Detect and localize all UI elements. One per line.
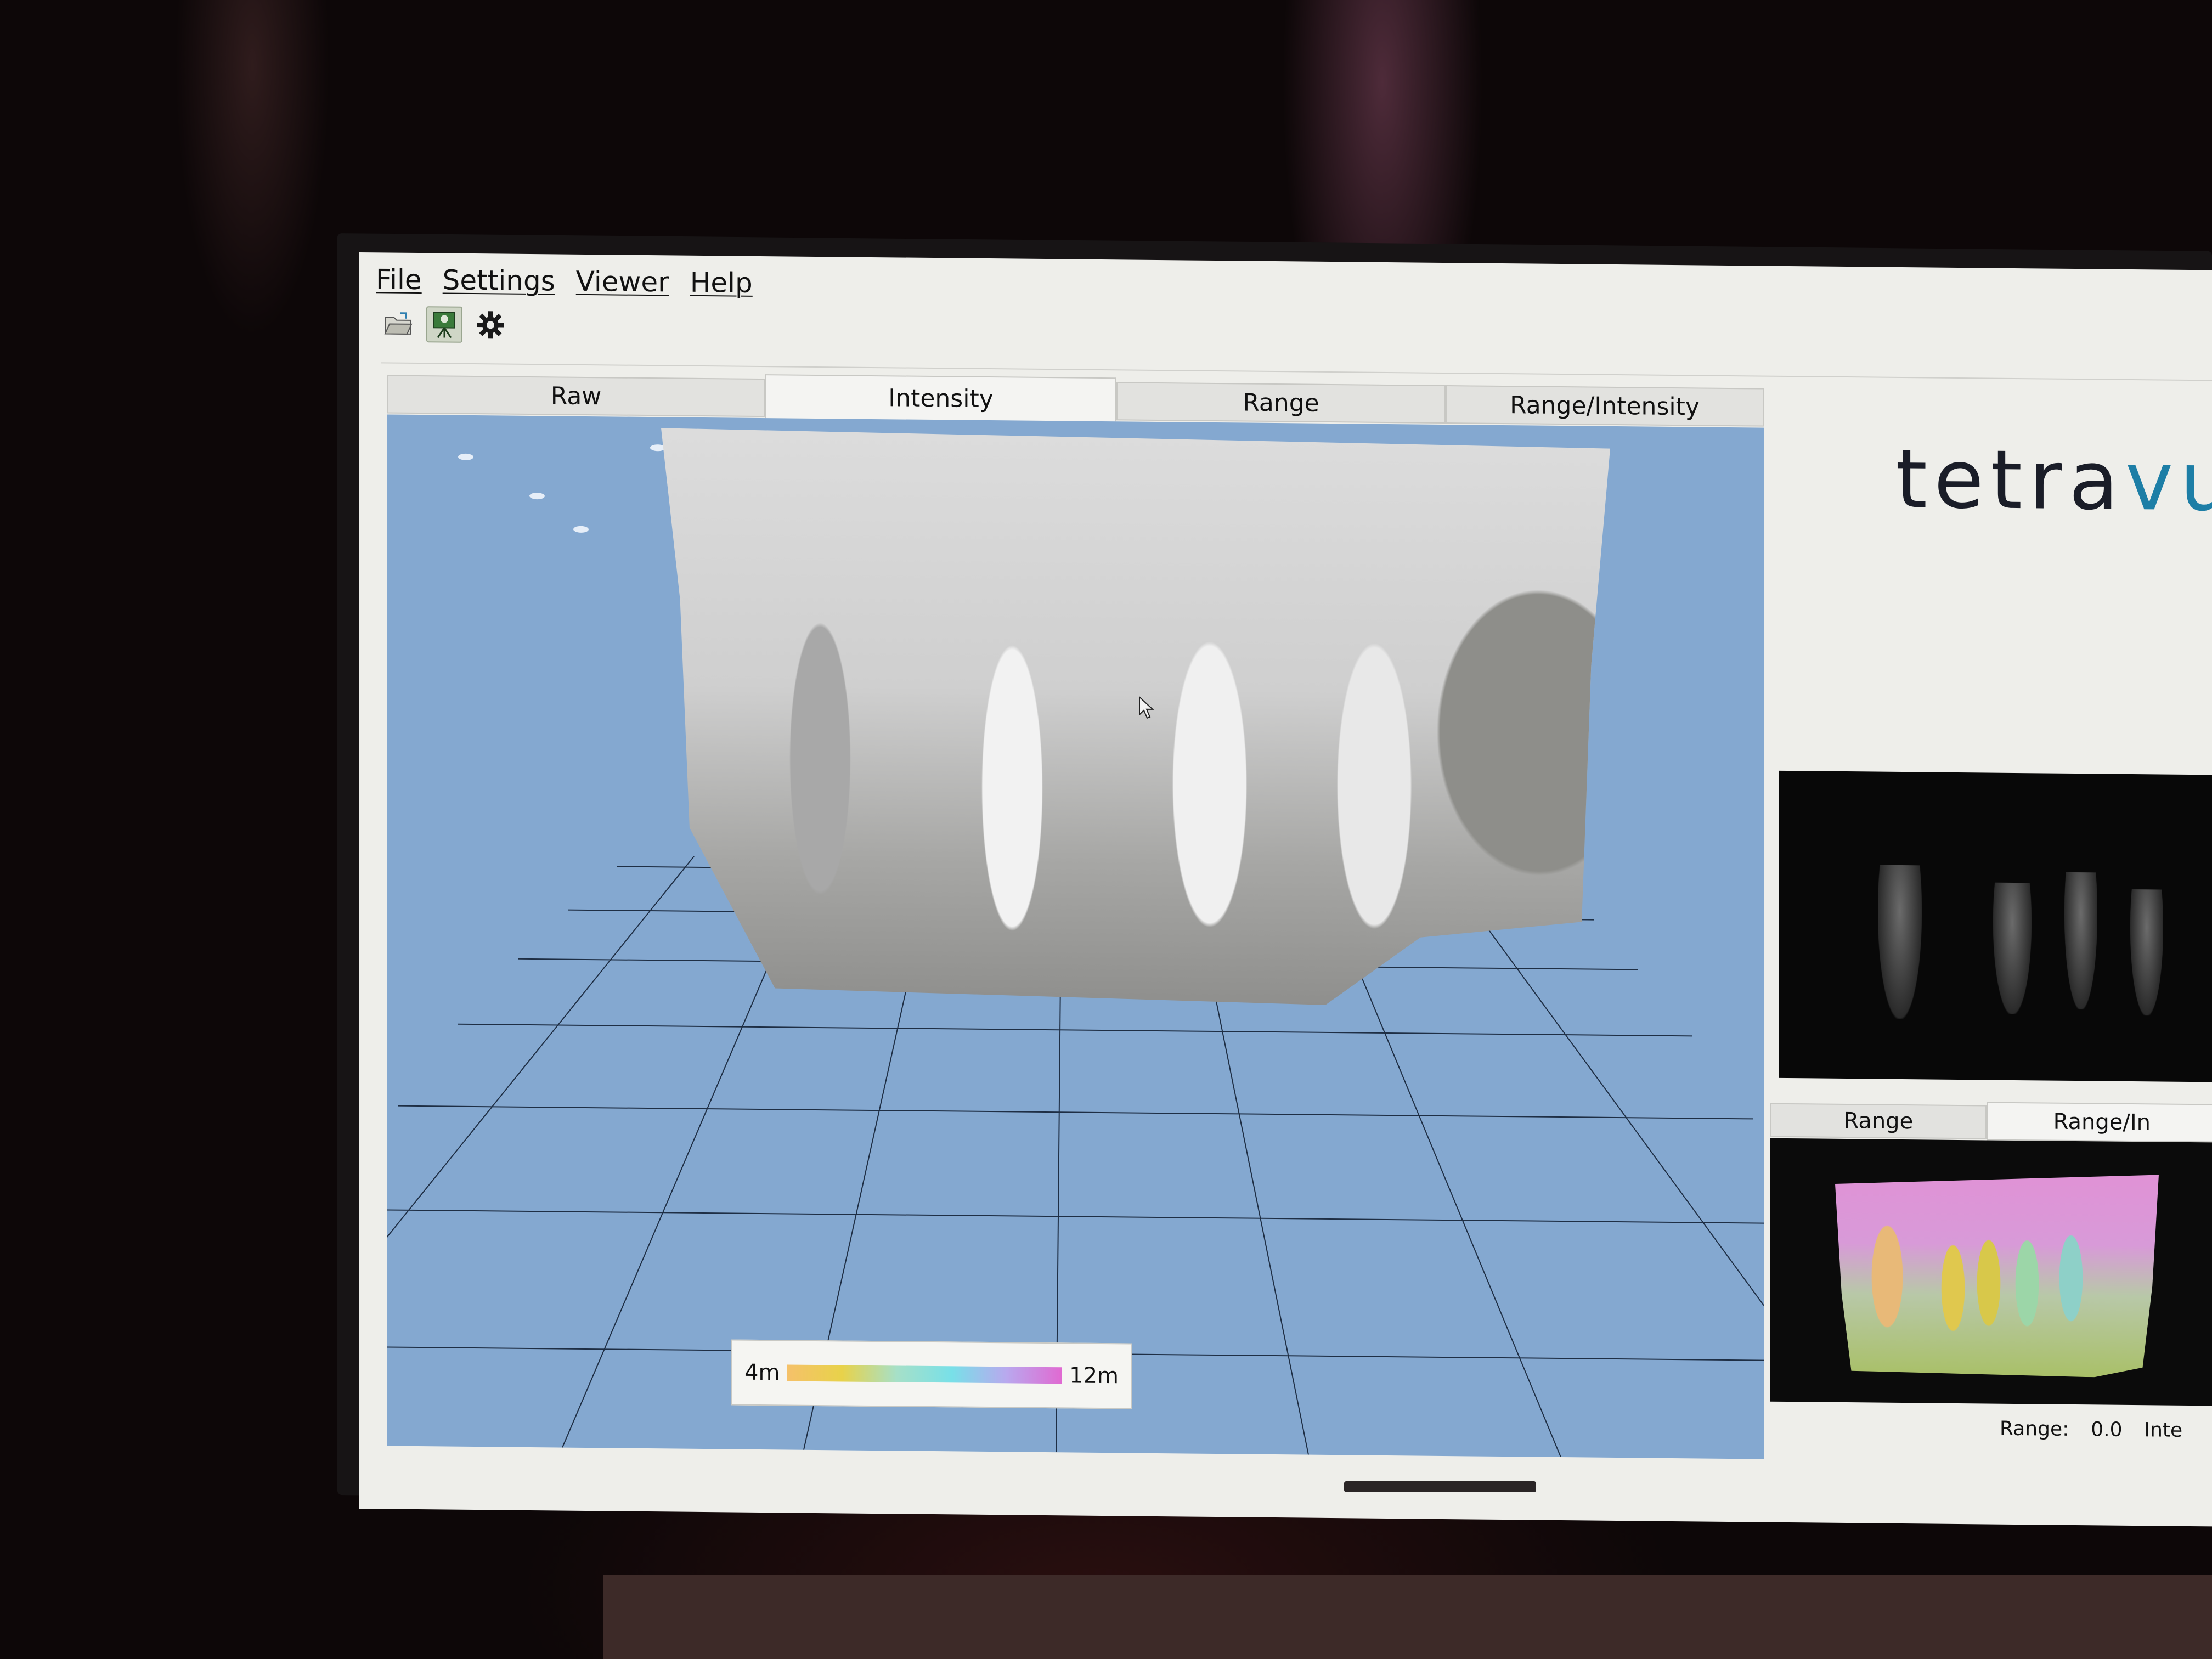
range-colorbar-legend: 4m 12m	[731, 1339, 1132, 1409]
preview-tab-range[interactable]: Range	[1770, 1103, 1987, 1139]
preview-tab-bar: Range Range/In	[1770, 1100, 2212, 1143]
camera-tripod-icon	[433, 312, 455, 338]
menu-help[interactable]: Help	[690, 267, 753, 311]
colorbar-gradient	[787, 1364, 1062, 1384]
range-color-preview	[1770, 1138, 2212, 1406]
tab-raw[interactable]: Raw	[387, 375, 765, 417]
tetravue-logo: tetravu	[1895, 431, 2212, 529]
3d-point-cloud-viewport[interactable]: 4m 12m	[387, 414, 1764, 1459]
colorbar-max-label: 12m	[1069, 1363, 1119, 1389]
intensity-status-label: Inte	[2144, 1419, 2183, 1442]
tab-range-intensity[interactable]: Range/Intensity	[1446, 385, 1764, 427]
monitor-brand-logo	[1344, 1481, 1536, 1492]
folder-open-icon	[384, 312, 413, 335]
menu-file[interactable]: File	[376, 263, 422, 308]
range-status-label: Range:	[2000, 1417, 2069, 1441]
range-colored-point-cloud	[1835, 1172, 2159, 1378]
status-bar: Range: 0.0 Inte	[2000, 1418, 2182, 1442]
menu-viewer[interactable]: Viewer	[576, 266, 669, 311]
gear-icon	[477, 311, 504, 339]
tab-intensity[interactable]: Intensity	[765, 374, 1116, 422]
range-status-value: 0.0	[2091, 1418, 2123, 1441]
tab-range[interactable]: Range	[1116, 382, 1446, 424]
intensity-point-cloud	[661, 428, 1610, 1008]
application-window: File Settings Viewer Help Raw Intensity …	[359, 252, 2212, 1527]
intensity-camera-preview	[1779, 770, 2212, 1082]
open-file-button[interactable]	[381, 307, 415, 341]
toolbar	[381, 302, 507, 347]
preview-tab-range-intensity[interactable]: Range/In	[1986, 1102, 2212, 1143]
colorbar-min-label: 4m	[744, 1359, 780, 1386]
camera-view-button[interactable]	[426, 306, 462, 343]
mouse-cursor-icon	[1139, 696, 1154, 719]
settings-button[interactable]	[473, 308, 507, 342]
table-surface	[603, 1575, 2212, 1659]
